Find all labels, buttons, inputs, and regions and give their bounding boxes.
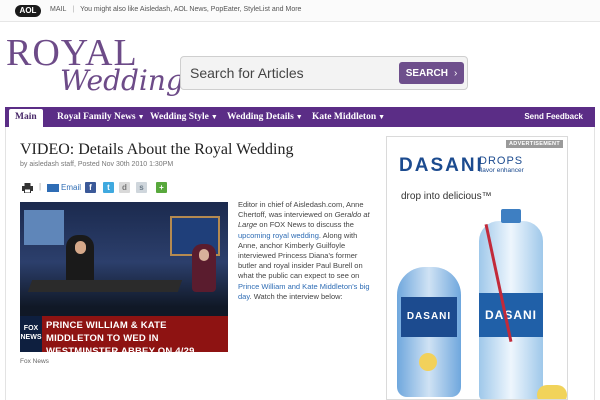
- chevron-down-icon: ▼: [378, 113, 386, 121]
- aol-top-bar: AOL MAIL | You might also like Aisledash, …: [0, 0, 600, 22]
- video-anchor-figure: [66, 235, 94, 285]
- tab-kate-middleton[interactable]: Kate Middleton ▼: [312, 107, 385, 127]
- tab-main[interactable]: Main: [9, 109, 43, 127]
- tab-royal-family-news[interactable]: Royal Family News ▼: [57, 107, 145, 127]
- divider: |: [39, 182, 42, 191]
- lemon-graphic: [537, 385, 567, 399]
- divider: |: [72, 6, 75, 13]
- chevron-right-icon: ›: [453, 67, 458, 79]
- tab-wedding-style[interactable]: Wedding Style ▼: [150, 107, 218, 127]
- share-icon[interactable]: +: [156, 182, 167, 193]
- video-caption: Fox News: [20, 358, 49, 365]
- dasani-advertisement[interactable]: ADVERTISEMENT DASANI DROPS flavor enhanc…: [386, 136, 568, 400]
- twitter-icon[interactable]: t: [103, 182, 114, 193]
- fox-news-logo: FOX NEWS: [20, 316, 42, 352]
- ad-brand-logo: DASANI: [399, 155, 484, 176]
- digg-icon[interactable]: d: [119, 182, 130, 193]
- tab-wedding-details[interactable]: Wedding Details ▼: [227, 107, 303, 127]
- ad-flavor-text: flavor enhancer: [479, 167, 524, 174]
- drops-bottle-image: DASANI: [397, 267, 461, 397]
- article-body: Editor in chief of Aisledash.com, Anne C…: [238, 200, 370, 301]
- search-box: SEARCH ›: [180, 56, 468, 90]
- print-icon[interactable]: [22, 183, 33, 193]
- aol-logo[interactable]: AOL: [15, 5, 41, 17]
- royal-wedding-link[interactable]: upcoming royal wedding: [238, 231, 319, 240]
- send-feedback-link[interactable]: Send Feedback: [524, 107, 583, 127]
- video-background-monitor: [24, 210, 64, 245]
- main-nav: Main Royal Family News ▼ Wedding Style ▼ W…: [5, 107, 595, 127]
- facebook-icon[interactable]: f: [85, 182, 96, 193]
- chevron-down-icon: ▼: [137, 113, 145, 121]
- email-link[interactable]: Email: [61, 183, 81, 192]
- chyron-text: PRINCE WILLIAM & KATE MIDDLETON TO WED I…: [46, 320, 195, 352]
- chevron-down-icon: ▼: [210, 113, 218, 121]
- mail-link[interactable]: MAIL: [50, 6, 66, 13]
- search-input[interactable]: [186, 62, 398, 84]
- video-chyron: FOX NEWS PRINCE WILLIAM & KATE MIDDLETON…: [20, 316, 228, 352]
- also-like-text[interactable]: You might also like Aisledash, AOL News,…: [80, 6, 301, 13]
- email-icon[interactable]: [47, 184, 59, 192]
- advertisement-badge: ADVERTISEMENT: [506, 140, 563, 148]
- site-logo-wedding[interactable]: Wedding: [60, 66, 184, 96]
- share-toolbar: | Email f t d s +: [20, 182, 167, 194]
- search-button[interactable]: SEARCH ›: [399, 62, 464, 84]
- video-player[interactable]: FOX NEWS PRINCE WILLIAM & KATE MIDDLETON…: [20, 202, 228, 352]
- video-desk: [27, 280, 183, 292]
- search-button-label: SEARCH: [405, 67, 448, 79]
- video-guest-figure: [192, 244, 216, 292]
- article-byline: by aisledash staff, Posted Nov 30th 2010…: [20, 161, 174, 168]
- article-title: VIDEO: Details About the Royal Wedding: [20, 141, 294, 158]
- ad-drops-text: DROPS: [479, 155, 524, 167]
- stumbleupon-icon[interactable]: s: [136, 182, 147, 193]
- chevron-down-icon: ▼: [295, 113, 303, 121]
- ad-tagline: drop into delicious™: [401, 191, 492, 202]
